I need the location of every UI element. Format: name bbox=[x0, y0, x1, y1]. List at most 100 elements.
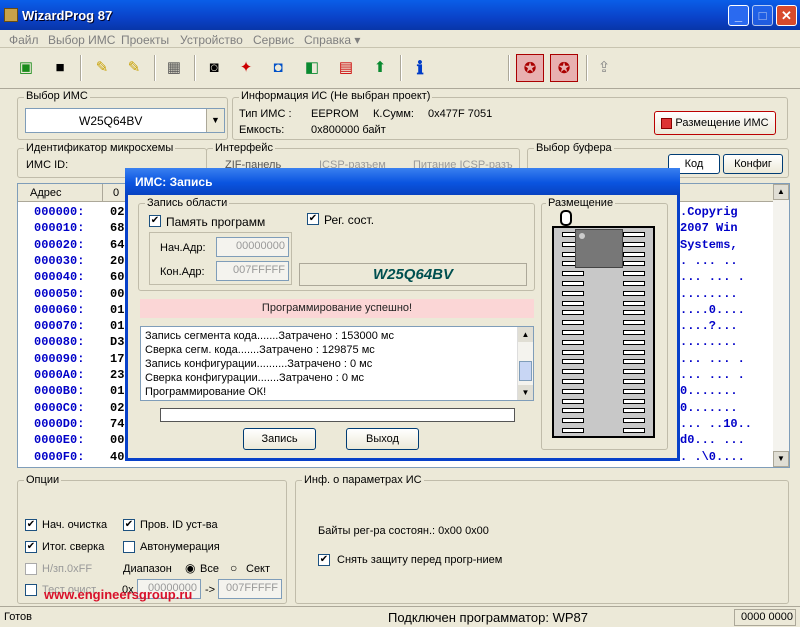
info-icon[interactable]: ℹ bbox=[406, 54, 434, 82]
socket-pin bbox=[562, 349, 584, 355]
interface-label: Интерфейс bbox=[213, 142, 275, 154]
save-icon[interactable]: ■ bbox=[46, 54, 74, 82]
exit-icon[interactable]: ⇪ bbox=[590, 54, 618, 82]
log-scroll-thumb[interactable] bbox=[519, 361, 532, 381]
chip-placed-icon bbox=[575, 229, 623, 268]
log-box[interactable]: Запись сегмента кода.......Затрачено : 1… bbox=[140, 326, 534, 401]
auto-program-icon[interactable]: ✪ bbox=[516, 54, 544, 82]
batch-program-icon[interactable]: ✪ bbox=[550, 54, 578, 82]
range-arrow: -> bbox=[205, 584, 216, 596]
menu-device[interactable]: Устройство bbox=[180, 33, 243, 47]
scroll-up-icon[interactable]: ▲ bbox=[773, 184, 789, 200]
log-scrollbar[interactable]: ▲ ▼ bbox=[517, 327, 533, 400]
hex-row-data[interactable]: 02 bbox=[110, 205, 124, 219]
hex-row-data[interactable]: 60 bbox=[110, 270, 124, 284]
calculator-icon[interactable]: ▦ bbox=[160, 54, 188, 82]
hex-row-address: 000050: bbox=[34, 286, 85, 301]
menu-help[interactable]: Справка ▾ bbox=[304, 33, 360, 47]
hex-row-data[interactable]: 02 bbox=[110, 401, 124, 415]
status-ready: Готов bbox=[4, 611, 32, 623]
menu-service[interactable]: Сервис bbox=[253, 33, 294, 47]
placement-group: Размещение bbox=[541, 197, 668, 450]
params-label: Инф. о параметрах ИС bbox=[302, 474, 424, 486]
test-erase-checkbox[interactable] bbox=[25, 584, 37, 596]
socket-pin bbox=[623, 418, 645, 424]
hex-scrollbar[interactable]: ▲ ▼ bbox=[773, 184, 789, 467]
autonumber-checkbox[interactable] bbox=[123, 541, 135, 553]
socket-pin bbox=[623, 310, 645, 316]
blank-check-icon[interactable]: ◘ bbox=[264, 54, 292, 82]
capacity-value: 0x800000 байт bbox=[311, 124, 386, 136]
ic-info-group: Информация ИС (Не выбран проект) Тип ИМС… bbox=[232, 90, 788, 140]
socket-pin bbox=[623, 271, 645, 277]
hex-row-data[interactable]: 74 bbox=[110, 417, 124, 431]
verify-icon[interactable]: ▤ bbox=[332, 54, 360, 82]
hex-row-data[interactable]: D3 bbox=[110, 335, 124, 349]
program-icon[interactable]: ◧ bbox=[298, 54, 326, 82]
write-button[interactable]: Запись bbox=[243, 428, 316, 450]
menu-file[interactable]: Файл bbox=[9, 33, 39, 47]
range-all-radio[interactable]: ◉ bbox=[185, 561, 195, 575]
reg-state-checkbox[interactable]: ✔ bbox=[307, 213, 319, 225]
hex-row-address: 0000E0: bbox=[34, 433, 85, 448]
erase-icon[interactable]: ⬆ bbox=[366, 54, 394, 82]
hex-row-data[interactable]: 00 bbox=[110, 287, 124, 301]
hex-row-address: 0000F0: bbox=[34, 449, 85, 464]
options-label: Опции bbox=[24, 474, 62, 486]
status-code: 0000 0000 bbox=[741, 611, 793, 623]
ic-type-label: Тип ИМС : bbox=[239, 108, 292, 120]
title-bar[interactable]: WizardProg 87 _ □ ✕ bbox=[0, 0, 800, 30]
socket-pin bbox=[623, 320, 645, 326]
menu-chip-select[interactable]: Выбор ИМС bbox=[48, 33, 115, 47]
menu-bar: Файл Выбор ИМС Проекты Устройство Сервис… bbox=[0, 30, 800, 48]
program-memory-checkbox[interactable]: ✔ bbox=[149, 215, 161, 227]
pre-erase-checkbox[interactable]: ✔ bbox=[25, 519, 37, 531]
log-scroll-up-icon[interactable]: ▲ bbox=[518, 327, 533, 342]
close-button[interactable]: ✕ bbox=[776, 5, 797, 26]
minimize-button[interactable]: _ bbox=[728, 5, 749, 26]
socket-pin bbox=[562, 320, 584, 326]
chip-id-label: Идентификатор микросхемы bbox=[24, 142, 176, 154]
pre-erase-label: Нач. очистка bbox=[42, 519, 108, 531]
open-icon[interactable]: ▣ bbox=[12, 54, 40, 82]
load-project-icon[interactable]: ✎ bbox=[88, 54, 116, 82]
hex-row-ascii: 0....... bbox=[680, 384, 738, 399]
hex-row-data[interactable]: 00 bbox=[110, 433, 124, 447]
hex-row-data[interactable]: 23 bbox=[110, 368, 124, 382]
remove-protect-checkbox[interactable]: ✔ bbox=[318, 554, 330, 566]
chip-select-combo[interactable]: W25Q64BV ▼ bbox=[25, 108, 225, 133]
maximize-button[interactable]: □ bbox=[752, 5, 773, 26]
range-to-input[interactable]: 007FFFFF bbox=[218, 579, 282, 599]
start-addr-input[interactable]: 00000000 bbox=[216, 237, 289, 257]
scroll-down-icon[interactable]: ▼ bbox=[773, 451, 789, 467]
main-window: WizardProg 87 _ □ ✕ Файл Выбор ИМС Проек… bbox=[0, 0, 800, 627]
tab-config[interactable]: Конфиг bbox=[723, 154, 783, 174]
range-sect-radio[interactable]: ○ bbox=[230, 561, 237, 575]
hex-row-address: 0000C0: bbox=[34, 400, 85, 415]
read-chip-icon[interactable]: ✦ bbox=[232, 54, 260, 82]
log-scroll-down-icon[interactable]: ▼ bbox=[518, 385, 533, 400]
exit-button[interactable]: Выход bbox=[346, 428, 419, 450]
hex-row-data[interactable]: 01 bbox=[110, 319, 124, 333]
chevron-down-icon[interactable]: ▼ bbox=[206, 109, 224, 132]
reg-state-label: Рег. сост. bbox=[324, 213, 375, 227]
socket-pin bbox=[562, 428, 584, 433]
read-id-icon[interactable]: ◙ bbox=[200, 54, 228, 82]
hex-row-data[interactable]: 17 bbox=[110, 352, 124, 366]
blank-ff-checkbox[interactable] bbox=[25, 563, 37, 575]
hex-row-address: 000000: bbox=[34, 205, 85, 219]
final-verify-checkbox[interactable]: ✔ bbox=[25, 541, 37, 553]
hex-row-data[interactable]: 68 bbox=[110, 221, 124, 235]
hex-row-data[interactable]: 01 bbox=[110, 303, 124, 317]
hex-row-data[interactable]: 64 bbox=[110, 238, 124, 252]
check-id-checkbox[interactable]: ✔ bbox=[123, 519, 135, 531]
hex-row-data[interactable]: 20 bbox=[110, 254, 124, 268]
menu-projects[interactable]: Проекты bbox=[121, 33, 169, 47]
dialog-title-bar[interactable]: ИМС: Запись bbox=[125, 168, 680, 195]
success-banner: Программирование успешно! bbox=[140, 299, 534, 318]
end-addr-input[interactable]: 007FFFFF bbox=[216, 261, 289, 281]
blank-ff-label: Н/зп.0xFF bbox=[42, 563, 93, 575]
save-project-icon[interactable]: ✎ bbox=[120, 54, 148, 82]
hex-row-data[interactable]: 01 bbox=[110, 384, 124, 398]
chip-placement-button[interactable]: Размещение ИМС bbox=[654, 111, 776, 135]
